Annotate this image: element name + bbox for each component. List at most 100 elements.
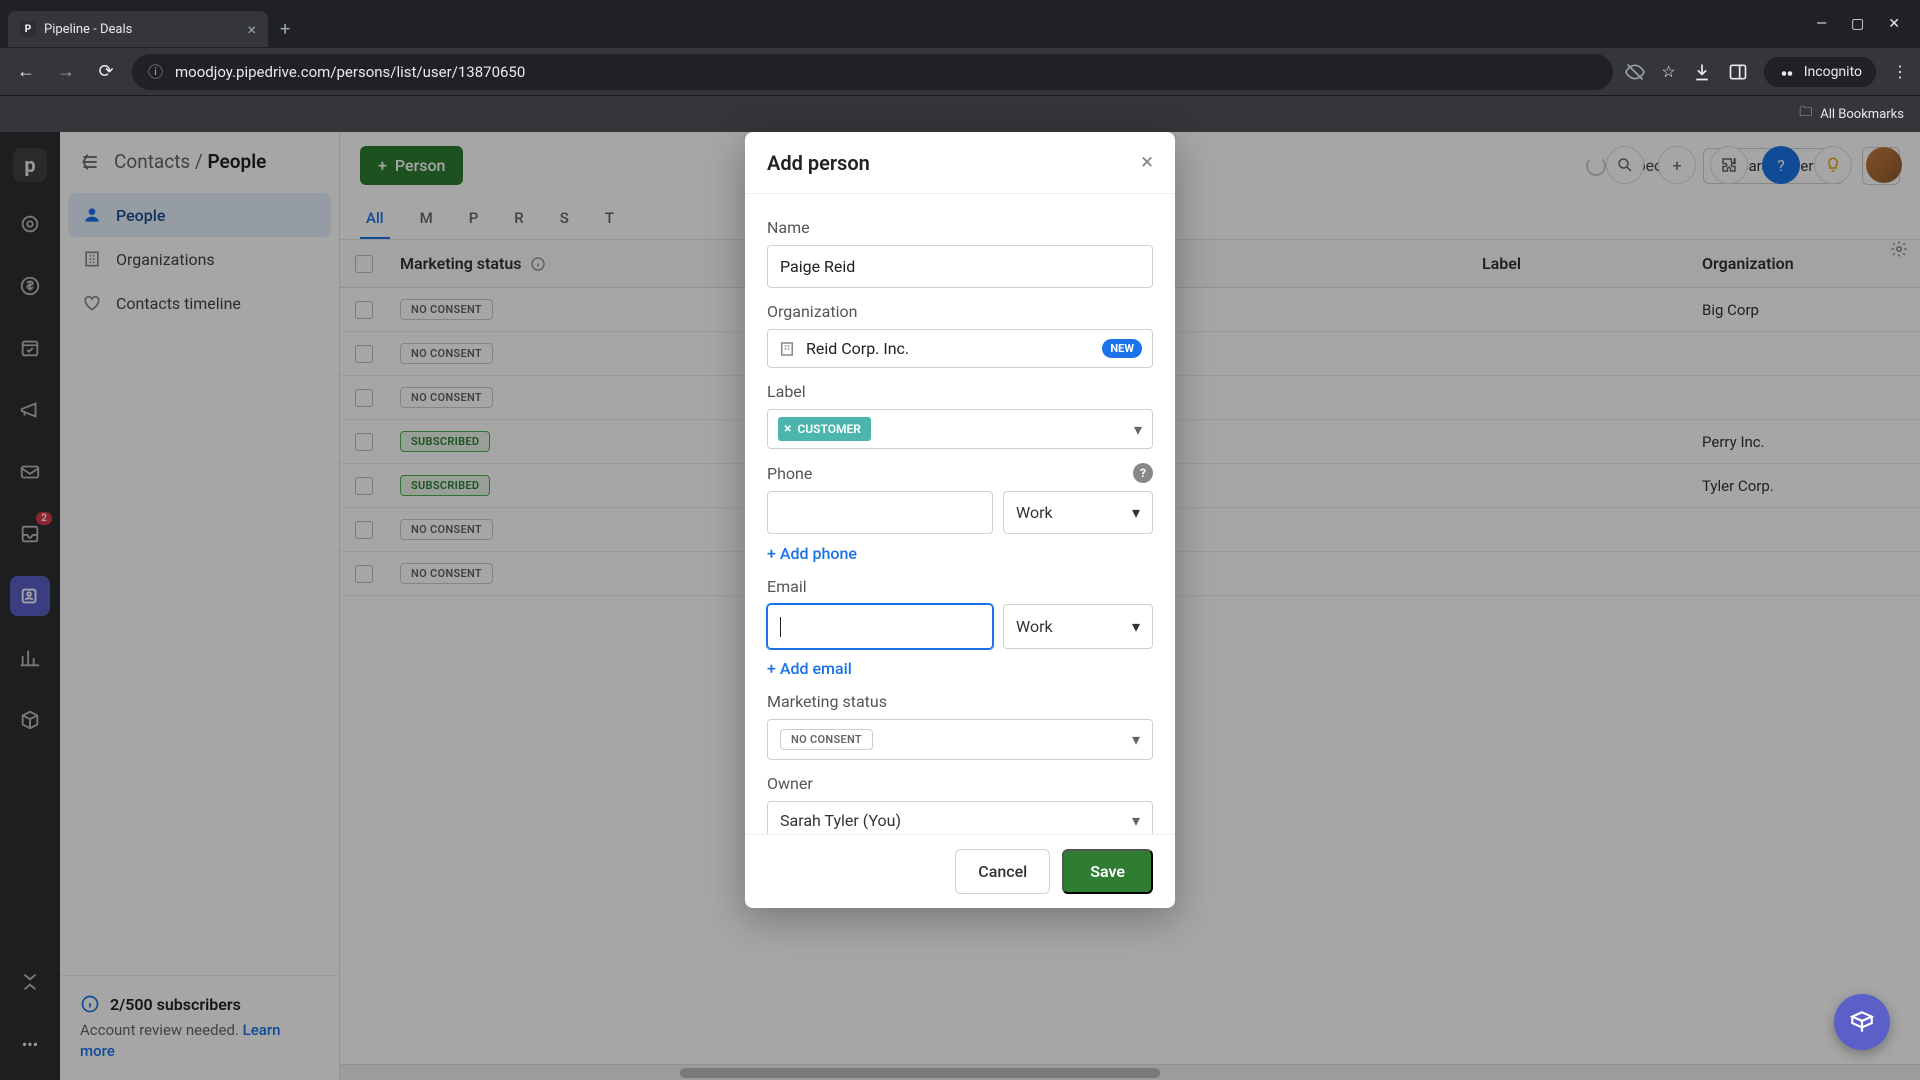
email-input[interactable] <box>767 604 993 649</box>
user-avatar[interactable] <box>1866 147 1902 183</box>
rail-target-icon[interactable] <box>10 204 50 244</box>
close-window-icon[interactable]: ✕ <box>1888 16 1900 32</box>
rail-box-icon[interactable] <box>10 700 50 740</box>
add-person-button[interactable]: + Person <box>360 146 463 185</box>
status-chip: NO CONSENT <box>780 729 873 750</box>
building-icon <box>778 340 796 358</box>
name-input[interactable] <box>767 245 1153 288</box>
info-icon[interactable] <box>530 256 546 272</box>
email-type-select[interactable]: Work▾ <box>1003 604 1153 649</box>
alpha-tab-r[interactable]: R <box>508 199 529 239</box>
sidepanel-icon[interactable] <box>1728 62 1748 82</box>
address-bar[interactable]: ⓘ moodjoy.pipedrive.com/persons/list/use… <box>132 54 1613 90</box>
col-label[interactable]: Label <box>1470 240 1690 287</box>
col-organization[interactable]: Organization <box>1690 240 1920 287</box>
row-org <box>1690 390 1920 406</box>
row-checkbox[interactable] <box>355 521 373 539</box>
alpha-tab-m[interactable]: M <box>414 199 439 239</box>
tab-title: Pipeline - Deals <box>44 22 132 37</box>
label-select[interactable]: ×CUSTOMER ▾ <box>767 409 1153 449</box>
incognito-badge[interactable]: Incognito <box>1764 57 1876 87</box>
table-settings-icon[interactable] <box>1890 240 1908 258</box>
app-logo[interactable]: p <box>13 148 47 182</box>
sidebar-item-people[interactable]: People <box>68 193 331 237</box>
row-checkbox[interactable] <box>355 565 373 583</box>
eye-off-icon[interactable] <box>1625 62 1645 82</box>
rail-more-icon[interactable]: ••• <box>10 1024 50 1064</box>
organization-input[interactable]: Reid Corp. Inc. NEW <box>767 329 1153 368</box>
help-icon[interactable]: ? <box>1133 463 1153 483</box>
site-info-icon[interactable]: ⓘ <box>148 61 163 82</box>
help-fab[interactable] <box>1834 994 1890 1050</box>
minimize-icon[interactable]: — <box>1816 16 1827 32</box>
phone-type-select[interactable]: Work▾ <box>1003 491 1153 534</box>
lightbulb-icon[interactable] <box>1814 146 1852 184</box>
row-label <box>1470 302 1690 318</box>
all-bookmarks-link[interactable]: All Bookmarks <box>1820 107 1904 122</box>
alpha-tab-p[interactable]: P <box>463 199 485 239</box>
help-button[interactable]: ? <box>1762 146 1800 184</box>
breadcrumb-current: People <box>207 150 266 173</box>
row-checkbox[interactable] <box>355 433 373 451</box>
rail-megaphone-icon[interactable] <box>10 390 50 430</box>
breadcrumb-parent[interactable]: Contacts <box>114 150 190 173</box>
extension-icon[interactable] <box>1710 146 1748 184</box>
sidebar: Contacts / People People Organizations C… <box>60 132 340 1080</box>
marketing-status-select[interactable]: NO CONSENT ▾ <box>767 719 1153 760</box>
row-checkbox[interactable] <box>355 345 373 363</box>
incognito-label: Incognito <box>1804 64 1862 80</box>
row-org <box>1690 522 1920 538</box>
alpha-tab-all[interactable]: All <box>360 199 390 239</box>
new-tab-button[interactable]: + <box>280 19 290 40</box>
horizontal-scrollbar[interactable] <box>340 1064 1920 1080</box>
rail-contacts-icon[interactable] <box>10 576 50 616</box>
sidebar-item-organizations[interactable]: Organizations <box>68 237 331 281</box>
tab-close-icon[interactable]: × <box>247 20 256 39</box>
browser-tab[interactable]: P Pipeline - Deals × <box>8 11 268 47</box>
back-button[interactable]: ← <box>12 58 40 86</box>
browser-menu-icon[interactable]: ⋮ <box>1892 62 1908 81</box>
remove-chip-icon[interactable]: × <box>784 421 791 437</box>
rail-calendar-icon[interactable] <box>10 328 50 368</box>
info-icon <box>80 994 100 1014</box>
row-org: Perry Inc. <box>1690 425 1920 459</box>
alpha-tab-s[interactable]: S <box>554 199 575 239</box>
sidebar-item-timeline[interactable]: Contacts timeline <box>68 281 331 325</box>
rail-dollar-icon[interactable] <box>10 266 50 306</box>
maximize-icon[interactable]: ▢ <box>1851 16 1864 32</box>
add-button[interactable]: + <box>1658 146 1696 184</box>
incognito-icon <box>1778 63 1796 81</box>
rail-mail-icon[interactable] <box>10 452 50 492</box>
add-email-link[interactable]: + Add email <box>767 659 852 678</box>
cancel-button[interactable]: Cancel <box>955 849 1050 894</box>
col-marketing-status[interactable]: Marketing status <box>388 240 638 287</box>
add-phone-link[interactable]: + Add phone <box>767 544 857 563</box>
reload-button[interactable]: ⟳ <box>92 58 120 86</box>
collapse-sidebar-icon[interactable] <box>80 152 100 172</box>
search-button[interactable] <box>1606 146 1644 184</box>
row-checkbox[interactable] <box>355 389 373 407</box>
label-label: Label <box>767 382 1153 401</box>
org-value: Reid Corp. Inc. <box>806 339 1092 358</box>
rail-apps-icon[interactable] <box>10 962 50 1002</box>
bookmark-star-icon[interactable]: ☆ <box>1661 62 1675 81</box>
chevron-down-icon: ▾ <box>1134 420 1142 439</box>
label-chip-customer[interactable]: ×CUSTOMER <box>778 417 871 441</box>
sidebar-item-label: People <box>116 206 165 225</box>
add-person-modal: Add person × Name Organization Reid Corp… <box>745 132 1175 908</box>
phone-input[interactable] <box>767 491 993 534</box>
rail-inbox-icon[interactable]: 2 <box>10 514 50 554</box>
alpha-tab-t[interactable]: T <box>599 199 620 239</box>
rail-chart-icon[interactable] <box>10 638 50 678</box>
row-org <box>1690 566 1920 582</box>
row-checkbox[interactable] <box>355 477 373 495</box>
downloads-icon[interactable] <box>1692 62 1712 82</box>
row-checkbox[interactable] <box>355 301 373 319</box>
save-button[interactable]: Save <box>1062 849 1153 894</box>
row-label <box>1470 434 1690 450</box>
rail-badge: 2 <box>36 512 52 525</box>
select-all-checkbox[interactable] <box>355 255 373 273</box>
modal-close-button[interactable]: × <box>1141 150 1153 175</box>
owner-select[interactable]: Sarah Tyler (You) ▾ <box>767 801 1153 834</box>
window-controls: — ▢ ✕ <box>1816 16 1912 32</box>
